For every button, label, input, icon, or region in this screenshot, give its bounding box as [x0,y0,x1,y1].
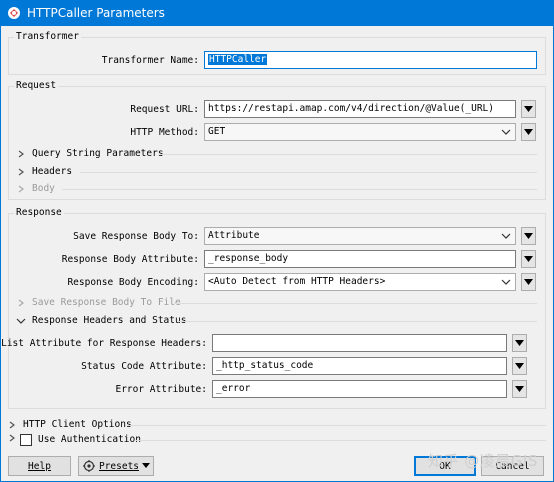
help-button[interactable]: Help [8,456,71,476]
list-attribute-label: List Attribute for Response Headers: [1,338,207,349]
request-url-menu-button[interactable] [521,100,536,118]
headers-section[interactable]: Headers [14,166,72,177]
chevron-down-icon [501,129,511,135]
triangle-down-icon [515,386,524,392]
response-headers-status-label: Response Headers and Status [32,315,187,326]
status-code-attribute-menu-button[interactable] [512,357,527,375]
status-code-attribute-input[interactable]: _http_status_code [212,357,507,375]
query-string-divider [160,154,537,155]
http-client-options-label: HTTP Client Options [23,419,132,430]
http-method-menu-button[interactable] [521,123,536,141]
use-authentication-divider [136,440,546,441]
headers-divider [80,172,537,173]
response-body-attribute-value: _response_body [208,253,289,264]
error-attribute-value: _error [216,383,251,394]
headers-label: Headers [32,166,73,177]
response-body-attribute-menu-button[interactable] [521,250,536,268]
http-client-options-section[interactable]: HTTP Client Options [5,419,132,430]
chevron-down-icon [501,233,511,239]
triangle-down-icon [524,233,533,239]
chevron-right-icon [9,434,15,442]
save-response-to-label: Save Response Body To: [73,231,199,242]
save-response-file-divider [174,303,537,304]
triangle-down-icon [524,106,533,112]
chevron-down-icon [501,279,511,285]
presets-gear-icon [82,460,95,472]
response-body-attribute-label: Response Body Attribute: [61,254,199,265]
presets-button-label: Presets [98,460,140,472]
transformer-name-label: Transformer Name: [101,55,199,66]
response-group-title: Response [14,207,64,218]
http-method-label: HTTP Method: [130,127,199,138]
transformer-name-input[interactable]: HTTPCaller [204,51,537,69]
body-section: Body [14,183,55,194]
response-body-encoding-menu-button[interactable] [521,273,536,291]
response-headers-status-section[interactable]: Response Headers and Status [14,315,186,326]
caret-down-icon [142,463,151,468]
use-authentication-label[interactable]: Use Authentication [38,434,141,445]
query-string-section[interactable]: Query String Parameters [14,148,164,159]
save-response-to-menu-button[interactable] [521,227,536,245]
chevron-right-icon [18,185,24,192]
list-attribute-menu-button[interactable] [512,334,527,352]
query-string-label: Query String Parameters [32,148,164,159]
presets-button[interactable]: Presets [78,456,154,476]
http-client-options-divider [128,425,546,426]
save-response-to-select[interactable]: Attribute [204,227,516,245]
triangle-down-icon [524,256,533,262]
title-bar[interactable]: HTTPCaller Parameters [0,0,554,26]
status-code-attribute-value: _http_status_code [216,360,314,371]
fme-app-icon [7,6,21,20]
window-title: HTTPCaller Parameters [27,6,165,20]
status-code-attribute-label: Status Code Attribute: [81,361,207,372]
response-body-encoding-select[interactable]: <Auto Detect from HTTP Headers> [204,273,516,291]
error-attribute-menu-button[interactable] [512,380,527,398]
save-response-to-value: Attribute [208,230,260,241]
triangle-down-icon [524,279,533,285]
triangle-down-icon [515,363,524,369]
chevron-right-icon [9,421,15,428]
use-authentication-checkbox[interactable] [20,434,32,446]
request-url-value: https://restapi.amap.com/v4/direction/@V… [208,103,494,114]
save-response-file-section: Save Response Body To File [14,297,181,308]
transformer-name-value: HTTPCaller [208,54,268,65]
save-response-file-label: Save Response Body To File [32,297,181,308]
http-method-select[interactable]: GET [204,123,516,141]
help-button-label: Help [28,460,51,472]
response-body-attribute-input[interactable]: _response_body [204,250,516,268]
watermark: 知乎 @凌晨GIS [428,452,538,470]
response-body-encoding-value: <Auto Detect from HTTP Headers> [208,276,386,287]
triangle-down-icon [524,129,533,135]
chevron-down-icon [16,318,26,324]
transformer-group-title: Transformer [14,31,81,42]
request-group-title: Request [14,80,59,91]
error-attribute-label: Error Attribute: [115,384,207,395]
response-headers-status-divider [178,321,537,322]
body-label: Body [32,183,55,194]
response-body-encoding-label: Response Body Encoding: [67,277,199,288]
triangle-down-icon [515,340,524,346]
chevron-right-icon [18,168,24,175]
list-attribute-input[interactable] [212,334,507,352]
http-method-value: GET [208,126,226,137]
error-attribute-input[interactable]: _error [212,380,507,398]
body-divider [62,189,537,190]
chevron-right-icon [18,150,24,157]
request-url-input[interactable]: https://restapi.amap.com/v4/direction/@V… [204,100,516,118]
request-url-label: Request URL: [130,104,199,115]
chevron-right-icon [18,299,24,306]
